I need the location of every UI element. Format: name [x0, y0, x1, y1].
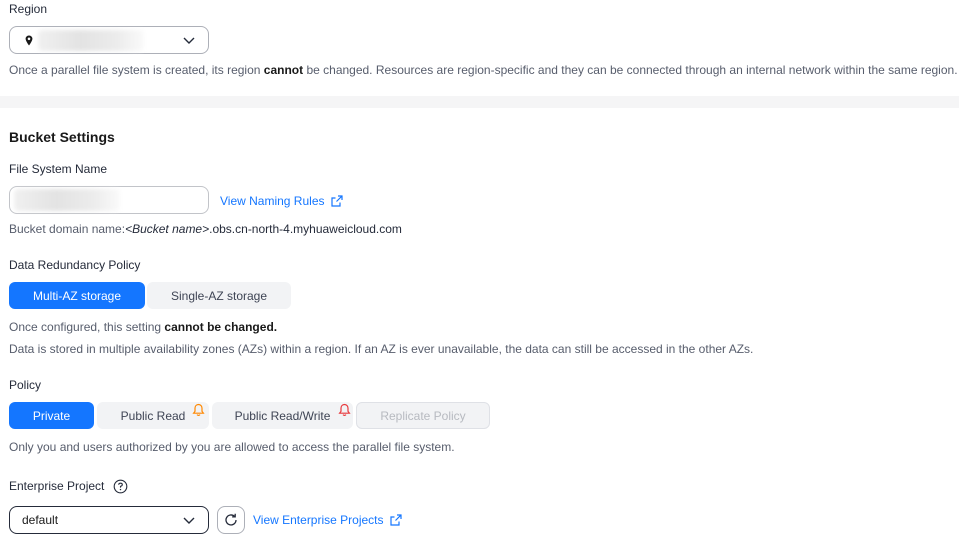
region-select[interactable]: [9, 26, 209, 54]
policy-note: Only you and users authorized by you are…: [9, 440, 455, 454]
external-link-icon: [389, 514, 402, 526]
view-enterprise-projects-link[interactable]: View Enterprise Projects: [253, 513, 402, 527]
policy-replicate-option[interactable]: Replicate Policy: [356, 402, 490, 429]
region-note: Once a parallel file system is created, …: [9, 63, 958, 77]
policy-private-option[interactable]: Private: [9, 402, 94, 429]
file-system-name-input[interactable]: [9, 186, 209, 214]
public-read-write-label: Public Read/Write: [234, 408, 331, 423]
region-value-redacted: [38, 30, 144, 51]
location-pin-icon: [25, 35, 33, 46]
policy-public-read-write-option[interactable]: Public Read/Write: [212, 402, 353, 429]
enterprise-project-label: Enterprise Project: [9, 479, 105, 493]
multi-az-storage-option[interactable]: Multi-AZ storage: [9, 282, 145, 309]
single-az-storage-option[interactable]: Single-AZ storage: [147, 282, 291, 309]
policy-label: Policy: [9, 378, 42, 392]
enterprise-project-value: default: [22, 513, 59, 527]
file-system-name-value-redacted: [14, 189, 120, 211]
bucket-settings-heading: Bucket Settings: [9, 129, 115, 145]
data-redundancy-label: Data Redundancy Policy: [9, 258, 141, 272]
file-system-name-label: File System Name: [9, 162, 108, 176]
view-naming-rules-link[interactable]: View Naming Rules: [220, 194, 343, 208]
public-read-label: Public Read: [120, 408, 186, 423]
help-icon[interactable]: [113, 479, 128, 494]
external-link-icon: [330, 195, 343, 207]
redundancy-note-2: Data is stored in multiple availability …: [9, 342, 754, 356]
refresh-icon: [225, 513, 237, 526]
region-label: Region: [9, 2, 48, 16]
redundancy-note-1: Once configured, this setting cannot be …: [9, 320, 278, 334]
refresh-button[interactable]: [217, 506, 245, 534]
section-divider: [0, 96, 959, 108]
chevron-down-icon: [183, 37, 195, 44]
enterprise-project-select[interactable]: default: [9, 506, 209, 534]
bucket-domain-name: Bucket domain name:<Bucket name>.obs.cn-…: [9, 222, 402, 236]
view-naming-rules-label: View Naming Rules: [220, 194, 325, 208]
view-enterprise-projects-label: View Enterprise Projects: [253, 513, 384, 527]
warning-bell-icon: [192, 403, 205, 416]
danger-bell-icon: [338, 403, 351, 416]
chevron-down-icon: [183, 517, 195, 524]
